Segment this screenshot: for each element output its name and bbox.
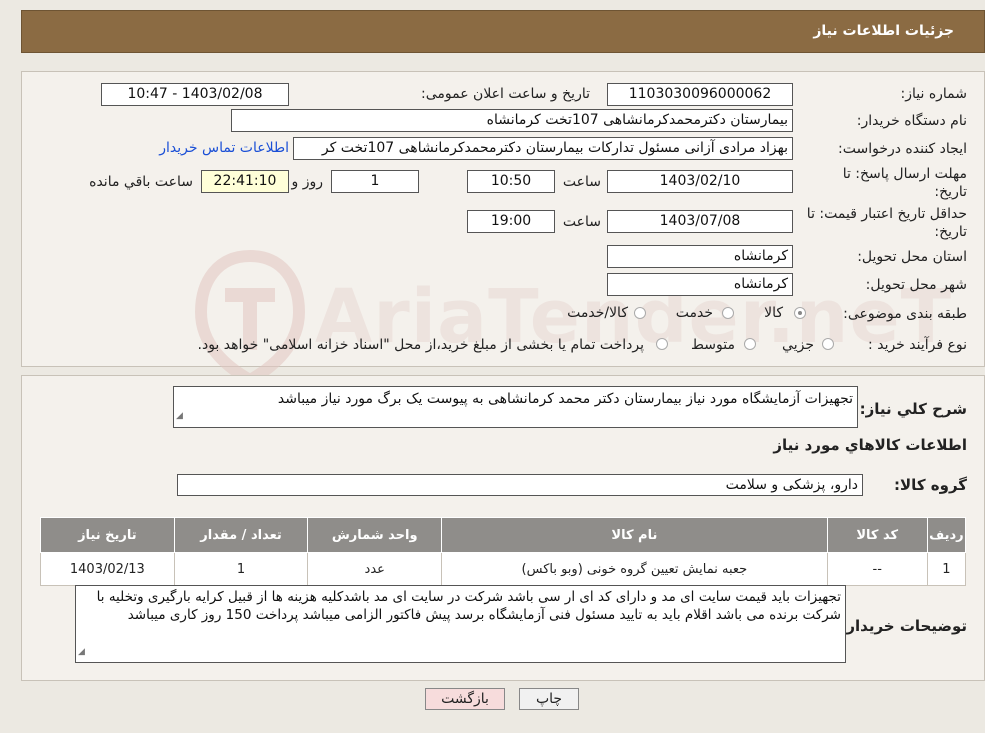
items-table: ردیف کد کالا نام کالا واحد شمارش تعداد /… (40, 517, 967, 586)
validity-label-line1: حداقل تاریخ اعتبار قیمت: تا (806, 206, 967, 222)
process-option-minor: جزیي (782, 337, 814, 353)
remaining-time-label: ساعت باقي مانده (89, 174, 193, 190)
col-name-header: نام کالا (441, 517, 828, 553)
cell-code: -- (826, 552, 928, 586)
deadline-time-field: 10:50 (467, 170, 555, 193)
category-label: طبقه بندی موضوعی: (843, 306, 967, 322)
validity-time-field: 19:00 (467, 210, 555, 233)
back-button[interactable]: بازگشت (425, 688, 505, 710)
goods-group-label: گروه کالا: (894, 476, 967, 494)
deadline-label-line2: تاریخ: (934, 184, 967, 200)
description-label: شرح کلي نیاز: (859, 400, 967, 418)
category-radio-service[interactable] (722, 307, 734, 319)
page-header: جزئیات اطلاعات نیاز (21, 10, 985, 53)
col-row-header: ردیف (926, 517, 967, 553)
goods-info-title: اطلاعات کالاهاي مورد نیاز (773, 436, 967, 454)
cell-qty: 1 (173, 552, 309, 586)
process-label: نوع فرآیند خرید : (868, 337, 967, 353)
process-radio-minor[interactable] (822, 338, 834, 350)
watermark-logo-icon (195, 249, 305, 387)
process-radio-medium[interactable] (744, 338, 756, 350)
days-remaining-field: 1 (331, 170, 419, 193)
process-option-medium: متوسط (691, 337, 735, 353)
days-label: روز و (291, 174, 324, 190)
cell-name: جعبه نمایش تعیین گروه خونی (وبو باکس) (441, 552, 828, 586)
validity-time-label: ساعت (562, 214, 601, 230)
cell-unit: عدد (307, 552, 443, 586)
table-header-row: ردیف کد کالا نام کالا واحد شمارش تعداد /… (40, 517, 967, 553)
category-radio-goods-service[interactable] (634, 307, 646, 319)
announce-field: 1403/02/08 - 10:47 (101, 83, 289, 106)
province-field: کرمانشاه (607, 245, 793, 268)
city-label: شهر محل تحویل: (865, 277, 967, 293)
requester-field: بهزاد مرادی آزانی مسئول تدارکات بیمارستا… (293, 137, 793, 160)
col-unit-header: واحد شمارش (307, 517, 443, 553)
items-table-wrapper: ردیف کد کالا نام کالا واحد شمارش تعداد /… (40, 517, 967, 586)
cell-row: 1 (926, 552, 967, 586)
process-note: پرداخت تمام یا بخشی از مبلغ خرید،از محل … (197, 337, 644, 353)
watermark: AriaTender.neT (195, 248, 951, 388)
category-option-goods: کالا (764, 305, 783, 321)
deadline-label-line1: مهلت ارسال پاسخ: تا (842, 166, 967, 182)
table-row: 1 -- جعبه نمایش تعیین گروه خونی (وبو باک… (40, 552, 967, 586)
process-radio-treasury[interactable] (656, 338, 668, 350)
need-number-label: شماره نیاز: (900, 86, 968, 102)
deadline-time-label: ساعت (562, 174, 601, 190)
deadline-date-field: 1403/02/10 (607, 170, 793, 193)
province-label: استان محل تحویل: (857, 249, 967, 265)
remaining-time-field: 22:41:10 (201, 170, 289, 193)
requester-label: ایجاد کننده درخواست: (838, 141, 967, 157)
buyer-notes-field: تجهیزات باید قیمت سایت ای مد و دارای کد … (75, 585, 846, 663)
goods-group-field: دارو، پزشکی و سلامت (177, 474, 863, 496)
buyer-org-field: بیمارستان دکترمحمدکرمانشاهی 107تخت کرمان… (231, 109, 793, 132)
buyer-notes-label: توضیحات خریدار: (840, 617, 967, 635)
city-field: کرمانشاه (607, 273, 793, 296)
cell-date: 1403/02/13 (40, 552, 175, 586)
validity-label-line2: تاریخ: (934, 224, 967, 240)
description-field: تجهیزات آزمایشگاه مورد نیاز بیمارستان دک… (173, 386, 858, 428)
page-title: جزئیات اطلاعات نیاز (813, 23, 954, 39)
buyer-org-label: نام دستگاه خریدار: (856, 113, 967, 129)
resize-grip-icon[interactable]: ◢ (176, 406, 183, 426)
category-option-service: خدمت (675, 305, 713, 321)
col-qty-header: تعداد / مقدار (173, 517, 309, 553)
print-button[interactable]: چاپ (519, 688, 579, 710)
category-option-goods-service: کالا/خدمت (567, 305, 628, 321)
need-number-field: 1103030096000062 (607, 83, 793, 106)
buyer-notes-text: تجهیزات باید قیمت سایت ای مد و دارای کد … (96, 589, 841, 623)
buyer-contact-link[interactable]: اطلاعات تماس خریدار (159, 140, 289, 156)
validity-date-field: 1403/07/08 (607, 210, 793, 233)
col-code-header: کد کالا (826, 517, 928, 553)
description-text: تجهیزات آزمایشگاه مورد نیاز بیمارستان دک… (277, 391, 853, 407)
resize-grip-icon[interactable]: ◢ (78, 643, 85, 661)
col-date-header: تاریخ نیاز (40, 517, 175, 553)
category-radio-goods[interactable] (794, 307, 806, 319)
announce-label: تاریخ و ساعت اعلان عمومی: (421, 86, 590, 102)
